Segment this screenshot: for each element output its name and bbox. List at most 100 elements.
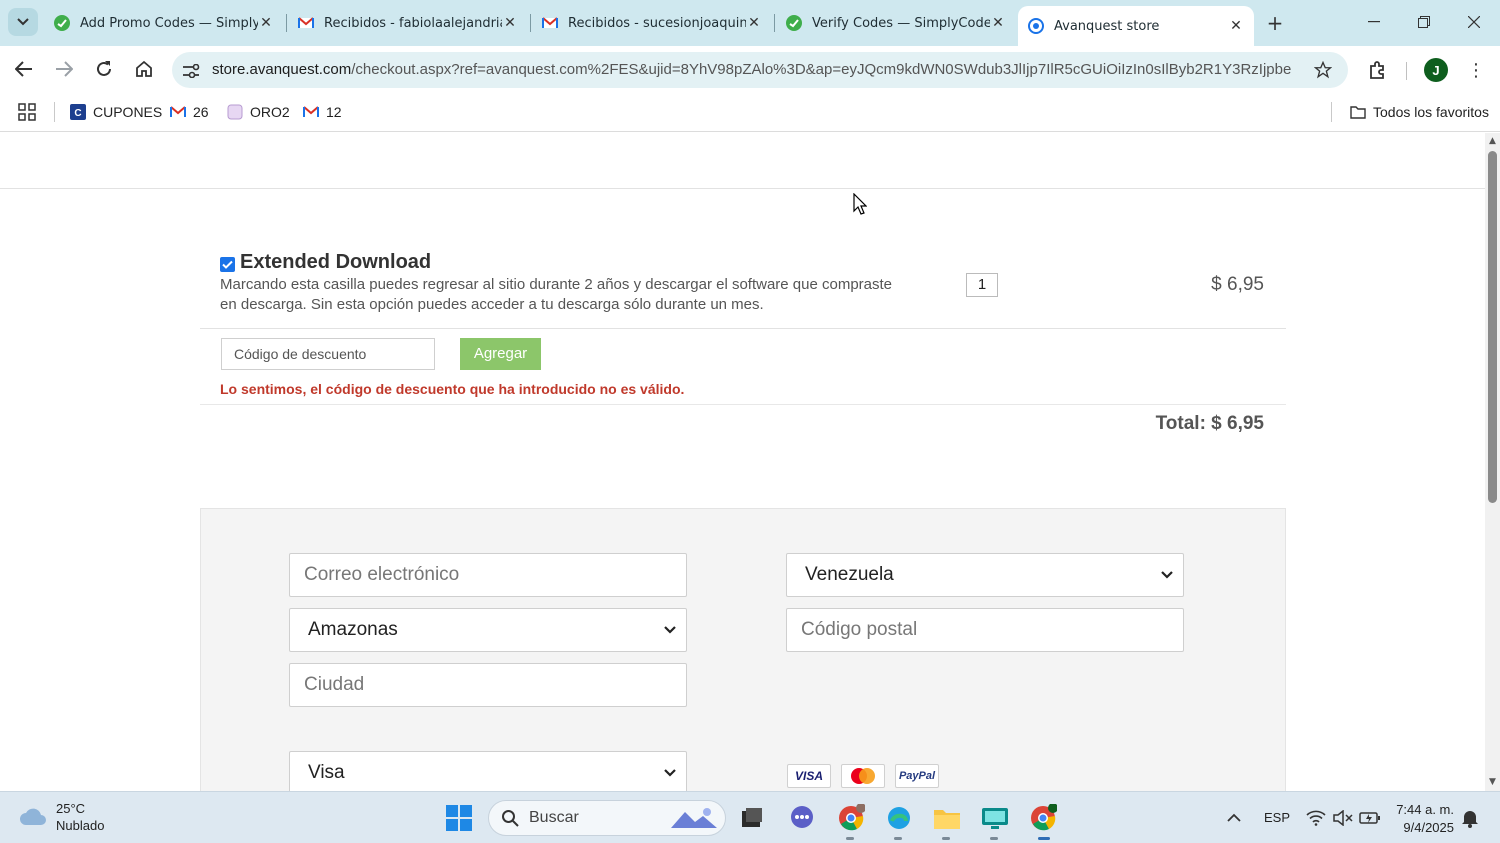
reload-button[interactable] — [90, 55, 118, 83]
forward-button[interactable] — [50, 55, 78, 83]
page-viewport: Extended Download Marcando esta casilla … — [0, 133, 1485, 791]
chevron-up-icon — [1227, 813, 1241, 822]
taskbar-chat[interactable] — [786, 802, 818, 834]
folder-icon — [1350, 106, 1366, 119]
windows-taskbar: 25°C Nublado Buscar ESP 7:44 a. m. 9/4/2… — [0, 791, 1500, 843]
bookmark-oro2[interactable]: ORO2 — [227, 101, 290, 123]
card-type-select[interactable]: Visa — [289, 751, 687, 791]
browser-menu-button[interactable]: ⋮ — [1464, 56, 1488, 84]
weather-temperature: 25°C — [56, 801, 86, 816]
city-field[interactable]: Ciudad — [289, 663, 687, 707]
tab-recibidos-fabiola[interactable]: Recibidos - fabiolaalejandria ✕ — [288, 8, 528, 38]
clock-date: 9/4/2025 — [1403, 820, 1454, 835]
tab-recibidos-sucesion[interactable]: Recibidos - sucesionjoaquin ✕ — [532, 8, 772, 38]
active-indicator — [1038, 837, 1050, 840]
taskbar-file-explorer[interactable] — [931, 802, 963, 834]
toolbar-separator — [1406, 62, 1407, 80]
cupones-icon: C — [70, 104, 86, 120]
input-language[interactable]: ESP — [1264, 810, 1290, 825]
tab-add-promo-codes[interactable]: Add Promo Codes — SimplyCodes ✕ — [44, 8, 284, 38]
notifications-button[interactable] — [1454, 802, 1486, 834]
coupon-code-input[interactable]: Código de descuento — [221, 338, 435, 370]
quantity-field[interactable]: 1 — [966, 273, 998, 297]
minimize-icon — [1368, 21, 1380, 23]
country-select[interactable]: Venezuela — [786, 553, 1184, 597]
chevron-down-icon — [664, 626, 676, 634]
tab-avanquest-store[interactable]: Avanquest store ✕ — [1018, 6, 1254, 46]
battery-charging-icon — [1359, 812, 1380, 824]
close-tab-icon[interactable]: ✕ — [746, 15, 762, 31]
simplycodes-icon — [54, 15, 70, 31]
system-clock[interactable]: 7:44 a. m. 9/4/2025 — [1392, 801, 1454, 837]
new-tab-button[interactable]: + — [1262, 10, 1288, 36]
close-tab-icon[interactable]: ✕ — [1228, 18, 1244, 34]
email-field[interactable]: Correo electrónico — [289, 553, 687, 597]
wifi-icon — [1306, 810, 1326, 826]
bookmark-12[interactable]: 12 — [303, 101, 342, 123]
bookmark-cupones[interactable]: C CUPONES — [70, 101, 162, 123]
address-bar[interactable]: store.avanquest.com/checkout.aspx?ref=av… — [172, 52, 1348, 88]
tab-search-button[interactable] — [8, 8, 38, 36]
taskbar-chrome-profile-2[interactable] — [1027, 802, 1059, 834]
svg-text:C: C — [74, 108, 81, 119]
url-text[interactable]: store.avanquest.com/checkout.aspx?ref=av… — [212, 61, 1302, 78]
task-view-icon — [742, 808, 762, 827]
back-button[interactable] — [10, 55, 38, 83]
tab-verify-codes[interactable]: Verify Codes — SimplyCodes ✕ — [776, 8, 1016, 38]
running-indicator — [894, 837, 902, 840]
running-indicator — [846, 837, 854, 840]
taskbar-remote-app[interactable] — [979, 802, 1011, 834]
all-bookmarks-button[interactable]: Todos los favoritos — [1350, 101, 1489, 123]
state-select[interactable]: Amazonas — [289, 608, 687, 652]
profile-avatar[interactable]: J — [1424, 58, 1448, 82]
billing-form: Correo electrónico Venezuela Amazonas Có… — [200, 508, 1286, 791]
start-button[interactable] — [443, 802, 475, 834]
mastercard-logo — [841, 764, 885, 788]
apps-grid-icon — [18, 103, 36, 121]
close-tab-icon[interactable]: ✕ — [990, 15, 1006, 31]
scroll-up-icon[interactable]: ▲ — [1488, 137, 1497, 146]
gmail-icon — [303, 106, 319, 117]
close-tab-icon[interactable]: ✕ — [258, 15, 274, 31]
page-scrollbar[interactable]: ▲ ▼ — [1485, 133, 1500, 791]
extended-download-checkbox[interactable] — [220, 257, 235, 272]
folder-icon — [934, 810, 960, 829]
puzzle-icon — [1370, 61, 1384, 79]
postal-code-field[interactable]: Código postal — [786, 608, 1184, 652]
scroll-down-icon[interactable]: ▼ — [1488, 778, 1497, 787]
extensions-button[interactable] — [1364, 56, 1392, 84]
show-hidden-icons-button[interactable] — [1218, 802, 1250, 834]
close-window-button[interactable] — [1454, 8, 1494, 36]
cart-divider — [200, 404, 1286, 405]
bookmark-label: 12 — [326, 104, 342, 120]
home-button[interactable] — [130, 55, 158, 83]
gmail-icon — [542, 17, 558, 28]
minimize-button[interactable] — [1354, 8, 1394, 36]
bookmark-label: 26 — [193, 104, 209, 120]
bell-icon — [1462, 811, 1478, 828]
taskbar-edge[interactable] — [883, 802, 915, 834]
all-bookmarks-label: Todos los favoritos — [1373, 104, 1489, 120]
restore-button[interactable] — [1404, 8, 1444, 36]
bookmark-26[interactable]: 26 — [170, 101, 209, 123]
scrollbar-thumb[interactable] — [1488, 151, 1497, 503]
apply-coupon-button[interactable]: Agregar — [460, 338, 541, 370]
taskbar-search[interactable]: Buscar — [488, 800, 726, 836]
tab-separator — [530, 14, 531, 32]
site-info-icon[interactable] — [180, 60, 202, 82]
battery-button[interactable] — [1354, 802, 1386, 834]
paypal-logo: PayPal — [895, 764, 939, 788]
remote-desktop-icon — [982, 808, 1008, 829]
extended-download-title: Extended Download — [240, 251, 432, 273]
weather-widget[interactable]: 25°C Nublado — [18, 800, 104, 834]
close-tab-icon[interactable]: ✕ — [502, 15, 518, 31]
home-icon — [136, 60, 152, 77]
gmail-icon — [298, 17, 314, 28]
edge-icon — [888, 807, 910, 829]
taskbar-task-view[interactable] — [736, 802, 768, 834]
mastercard-icon — [851, 768, 875, 784]
apps-button[interactable] — [18, 101, 36, 123]
bookmark-star-button[interactable] — [1312, 59, 1334, 81]
taskbar-chrome-profile-1[interactable] — [835, 802, 867, 834]
bookmark-label: ORO2 — [250, 104, 290, 120]
